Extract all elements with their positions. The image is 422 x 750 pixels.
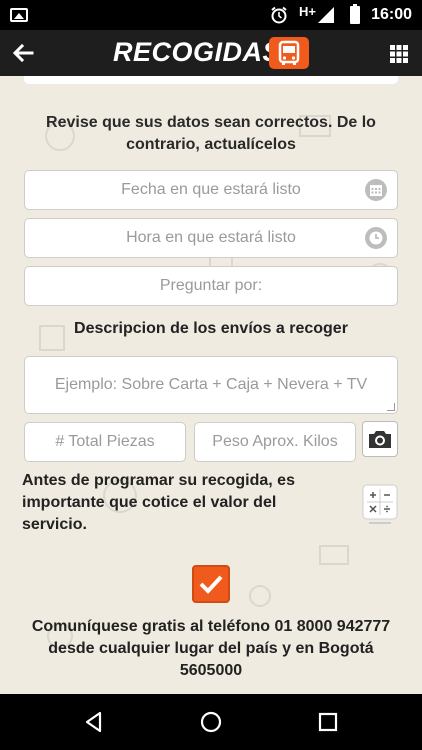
alarm-icon [271,6,287,24]
bus-icon [269,37,309,69]
battery-icon [350,4,360,24]
total-pieces-field[interactable]: # Total Piezas [24,422,186,462]
calendar-icon[interactable] [365,179,387,201]
ready-time-placeholder: Hora en que estará listo [126,229,296,246]
clock-time: 16:00 [371,6,412,23]
ready-time-field[interactable]: Hora en que estará listo [24,218,398,258]
check-icon [199,575,223,594]
app-bar: RECOGIDAS [0,30,422,76]
instructions-text: Revise que sus datos sean correctos. De … [46,114,376,153]
ask-for-field[interactable]: Preguntar por: [24,266,398,306]
description-placeholder: Ejemplo: Sobre Carta + Caja + Nevera + T… [54,376,368,393]
total-pieces-placeholder: # Total Piezas [55,433,155,450]
nav-recents-icon[interactable] [316,710,340,734]
ready-date-placeholder: Fecha en que estará listo [121,181,301,198]
clock-icon[interactable] [365,227,387,249]
camera-icon [369,431,391,448]
system-nav-bar [0,694,422,750]
form-content: Revise que sus datos sean correctos. De … [0,76,422,694]
signal-icon [318,7,334,23]
nav-home-icon[interactable] [199,710,223,734]
calculator-icon[interactable] [362,484,398,526]
weight-placeholder: Peso Aprox. Kilos [212,433,338,450]
quote-notice: Antes de programar su recogida, es impor… [22,472,295,533]
grid-menu-icon[interactable] [390,45,408,63]
back-arrow-icon[interactable] [10,40,36,66]
nav-back-icon[interactable] [82,710,106,734]
previous-field-edge [24,76,398,84]
ready-date-field[interactable]: Fecha en que estará listo [24,170,398,210]
gallery-notification-icon [10,8,28,22]
network-type: H+ [299,4,316,19]
contact-info: Comuníquese gratis al teléfono 01 8000 9… [31,618,391,679]
resize-handle[interactable] [387,403,395,411]
description-textarea[interactable]: Ejemplo: Sobre Carta + Caja + Nevera + T… [24,356,398,414]
camera-button[interactable] [362,421,398,457]
agree-checkbox[interactable] [192,565,230,603]
page-title: RECOGIDAS [113,37,282,67]
ask-for-placeholder: Preguntar por: [159,277,263,294]
weight-field[interactable]: Peso Aprox. Kilos [194,422,356,462]
description-title: Descripcion de los envíos a recoger [74,320,348,337]
status-bar: H+ 16:00 [0,0,422,30]
